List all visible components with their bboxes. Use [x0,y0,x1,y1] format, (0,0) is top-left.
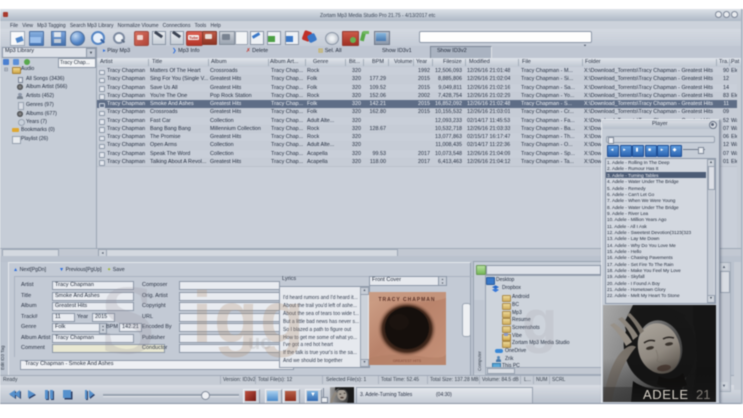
svg-text:GREATEST HITS: GREATEST HITS [393,359,422,363]
svg-text:21: 21 [696,387,710,402]
svg-text:TRACY CHAPMAN: TRACY CHAPMAN [378,297,435,303]
svg-text:ADELE: ADELE [643,387,689,402]
